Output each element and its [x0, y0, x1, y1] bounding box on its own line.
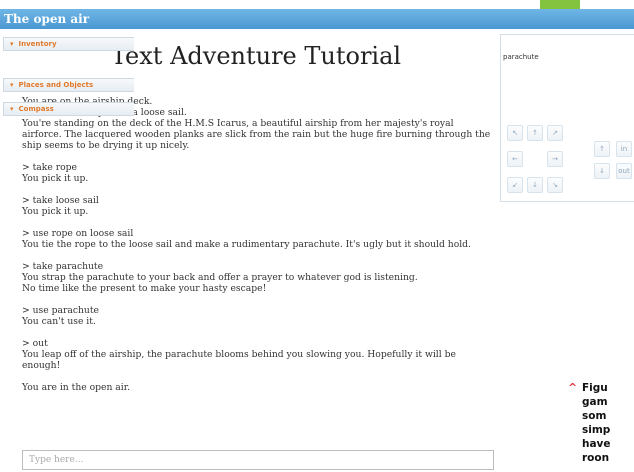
compass-header[interactable]: ▾ Compass [3, 102, 134, 116]
log-line: You tie the rope to the loose sail and m… [22, 239, 471, 250]
caption-marker-icon: ^ [568, 381, 578, 394]
log-paragraph: > use parachute You can't use it. [22, 305, 494, 327]
log-line: You leap off of the airship, the parachu… [22, 349, 456, 360]
log-line: No time like the present to make your ha… [22, 283, 267, 294]
log-line: You're standing on the deck of the H.M.S… [22, 118, 454, 129]
compass-out-button[interactable]: out [616, 163, 632, 179]
log-line: > use rope on loose sail [22, 228, 134, 239]
log-line: You pick it up. [22, 206, 89, 217]
log-line: > take parachute [22, 261, 104, 272]
compass-down-button[interactable]: ↓ [594, 163, 610, 179]
command-input[interactable] [22, 450, 494, 470]
caption-line: som [582, 410, 607, 422]
compass-southwest-button[interactable]: ↙ [507, 177, 523, 193]
log-paragraph: > out You leap off of the airship, the pa… [22, 338, 494, 371]
caption-line: have [582, 438, 611, 450]
places-header-label: Places and Objects [18, 81, 94, 89]
log-paragraph: > take parachute You strap the parachute … [22, 261, 494, 294]
compass-grid: ↖ ↑ ↗ ← → ↙ ↓ ↘ ↑ in ↓ out [502, 117, 634, 199]
caption-line: roon [582, 452, 610, 464]
compass-south-button[interactable]: ↓ [527, 177, 543, 193]
inventory-item[interactable]: parachute [503, 53, 633, 61]
log-line: You strap the parachute to your back and… [22, 272, 418, 283]
log-line: ship seems to be drying it up nicely. [22, 140, 190, 151]
compass-north-button[interactable]: ↑ [527, 125, 543, 141]
game-log: You are on the airship deck.You can see … [22, 96, 494, 404]
log-line: > take rope [22, 162, 77, 173]
log-line: You are in the open air. [22, 382, 131, 393]
caption-line: simp [582, 424, 611, 436]
caption-line: gam [582, 396, 608, 408]
log-paragraph: > take rope You pick it up. [22, 162, 494, 184]
inventory-header[interactable]: ▾ Inventory [3, 37, 134, 51]
log-paragraph: > use rope on loose sail You tie the rope… [22, 228, 494, 250]
compass-west-button[interactable]: ← [507, 151, 523, 167]
log-line: You can't use it. [22, 316, 96, 327]
log-paragraph: > take loose sail You pick it up. [22, 195, 494, 217]
log-line: enough! [22, 360, 61, 371]
collapse-caret-icon: ▾ [10, 40, 14, 48]
compass-northeast-button[interactable]: ↗ [547, 125, 563, 141]
compass-up-button[interactable]: ↑ [594, 141, 610, 157]
compass-header-label: Compass [18, 105, 54, 113]
compass-east-button[interactable]: → [547, 151, 563, 167]
log-line: You pick it up. [22, 173, 89, 184]
inventory-header-label: Inventory [18, 40, 57, 48]
caption-line: Figu [582, 382, 608, 394]
collapse-caret-icon: ▾ [10, 81, 14, 89]
figure-caption: Figu gam som simp have roon [582, 381, 634, 465]
compass-southeast-button[interactable]: ↘ [547, 177, 563, 193]
compass-in-button[interactable]: in [616, 141, 632, 157]
log-line: > use parachute [22, 305, 99, 316]
compass-northwest-button[interactable]: ↖ [507, 125, 523, 141]
log-paragraph: You are in the open air. [22, 382, 494, 393]
log-line: airforce. The lacquered wooden planks ar… [22, 129, 491, 140]
log-line: > out [22, 338, 48, 349]
log-line: > take loose sail [22, 195, 99, 206]
collapse-caret-icon: ▾ [10, 105, 14, 113]
window-title: The open air [0, 9, 634, 29]
places-header[interactable]: ▾ Places and Objects [3, 78, 134, 92]
